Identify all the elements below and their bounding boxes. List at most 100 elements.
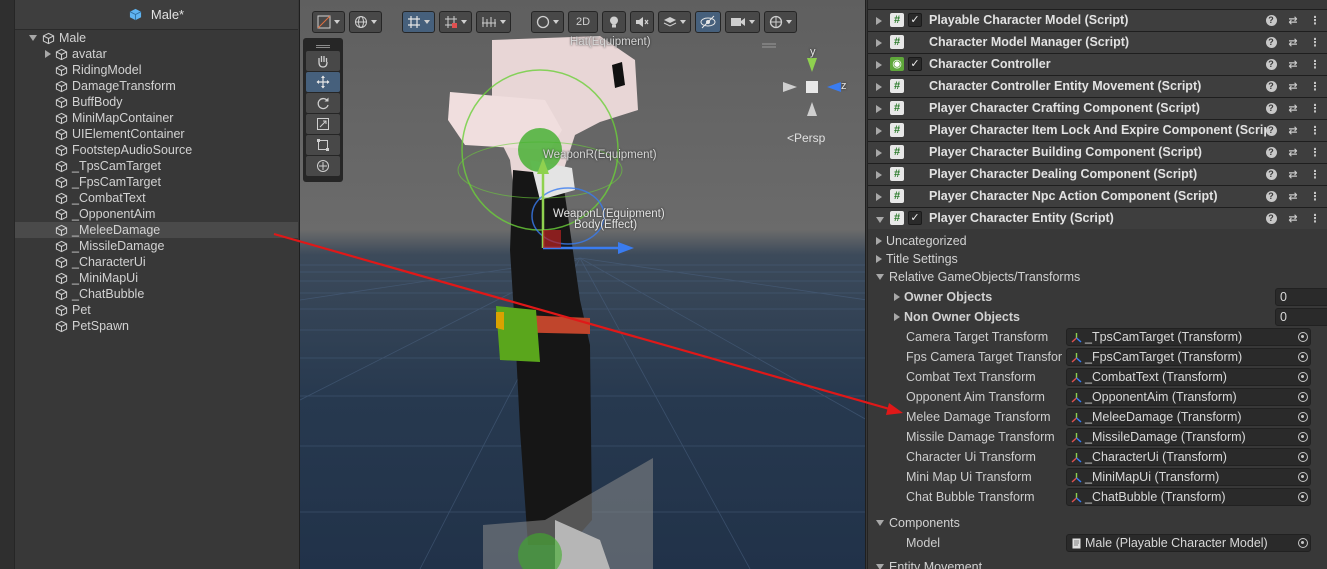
- transform-object-field[interactable]: _CharacterUi (Transform): [1066, 448, 1311, 466]
- component-header[interactable]: ◉ ✓ Character Controller? ⇄ ⋮: [868, 53, 1327, 75]
- component-header[interactable]: # Player Character Crafting Component (Sc…: [868, 97, 1327, 119]
- component-header[interactable]: # ✓ Playable Character Model (Script)? ⇄ ⋮: [868, 9, 1327, 31]
- transform-object-field[interactable]: _FpsCamTarget (Transform): [1066, 348, 1311, 366]
- transform-object-field[interactable]: _CombatText (Transform): [1066, 368, 1311, 386]
- kebab-menu-icon[interactable]: ⋮: [1308, 101, 1322, 115]
- mode-2d-button[interactable]: 2D: [568, 11, 598, 33]
- foldout-arrow-icon[interactable]: [876, 82, 882, 91]
- gizmos-button[interactable]: [764, 11, 797, 33]
- foldout-owner-objects[interactable]: Owner Objects: [894, 288, 992, 306]
- transform-object-field[interactable]: _MiniMapUi (Transform): [1066, 468, 1311, 486]
- component-header[interactable]: # Player Character Item Lock And Expire C…: [868, 119, 1327, 141]
- object-picker-icon[interactable]: [1294, 429, 1312, 445]
- kebab-menu-icon[interactable]: ⋮: [1308, 145, 1322, 159]
- hierarchy-item-row[interactable]: DamageTransform: [45, 78, 176, 94]
- object-picker-icon[interactable]: [1294, 535, 1312, 551]
- foldout-entity-movement[interactable]: Entity Movement: [876, 558, 982, 569]
- presets-icon[interactable]: ⇄: [1286, 57, 1300, 71]
- component-header[interactable]: # Character Model Manager (Script)? ⇄ ⋮: [868, 31, 1327, 53]
- increment-snap-button[interactable]: [476, 11, 511, 33]
- component-header[interactable]: # ✓ Player Character Entity (Script)? ⇄ ⋮: [868, 207, 1327, 229]
- hierarchy-root-row[interactable]: Male: [29, 30, 86, 46]
- help-icon[interactable]: ?: [1264, 35, 1278, 49]
- foldout-arrow-icon[interactable]: [876, 38, 882, 47]
- component-header[interactable]: # Player Character Npc Action Component (…: [868, 185, 1327, 207]
- help-icon[interactable]: ?: [1264, 189, 1278, 203]
- scale-tool-button[interactable]: [306, 114, 340, 134]
- foldout-arrow-icon[interactable]: [876, 192, 882, 201]
- audio-toggle-button[interactable]: [630, 11, 654, 33]
- presets-icon[interactable]: ⇄: [1286, 101, 1300, 115]
- presets-icon[interactable]: ⇄: [1286, 167, 1300, 181]
- scene-viewport[interactable]: [300, 0, 866, 569]
- help-icon[interactable]: ?: [1264, 211, 1278, 225]
- object-picker-icon[interactable]: [1294, 489, 1312, 505]
- scene-view[interactable]: y z <Persp Hat(Equipment) WeaponR(Equipm…: [299, 0, 866, 569]
- help-icon[interactable]: ?: [1264, 79, 1278, 93]
- projection-toggle[interactable]: <Persp: [787, 131, 825, 145]
- hierarchy-item-row[interactable]: _ChatBubble: [45, 286, 144, 302]
- hierarchy-item-row[interactable]: FootstepAudioSource: [45, 142, 192, 158]
- foldout-arrow-icon[interactable]: [876, 104, 882, 113]
- foldout-arrow-icon[interactable]: [876, 60, 882, 69]
- hierarchy-item-row[interactable]: _OpponentAim: [45, 206, 155, 222]
- hierarchy-item-row[interactable]: BuffBody: [45, 94, 123, 110]
- object-picker-icon[interactable]: [1294, 389, 1312, 405]
- hierarchy-item-row[interactable]: RidingModel: [45, 62, 141, 78]
- object-picker-icon[interactable]: [1294, 469, 1312, 485]
- hierarchy-item-row[interactable]: _FpsCamTarget: [45, 174, 161, 190]
- presets-icon[interactable]: ⇄: [1286, 189, 1300, 203]
- hierarchy-item-row[interactable]: UIElementContainer: [45, 126, 185, 142]
- kebab-menu-icon[interactable]: ⋮: [1308, 13, 1322, 27]
- hierarchy-item-row[interactable]: _MeleeDamage: [15, 222, 298, 238]
- component-header[interactable]: # Player Character Dealing Component (Scr…: [868, 163, 1327, 185]
- owner-objects-size-field[interactable]: 0: [1275, 288, 1327, 306]
- hierarchy-item-row[interactable]: _MiniMapUi: [45, 270, 138, 286]
- presets-icon[interactable]: ⇄: [1286, 35, 1300, 49]
- camera-settings-button[interactable]: [725, 11, 760, 33]
- kebab-menu-icon[interactable]: ⋮: [1308, 57, 1322, 71]
- object-picker-icon[interactable]: [1294, 369, 1312, 385]
- kebab-menu-icon[interactable]: ⋮: [1308, 189, 1322, 203]
- component-header[interactable]: # Character Controller Entity Movement (S…: [868, 75, 1327, 97]
- hierarchy-item-row[interactable]: _TpsCamTarget: [45, 158, 161, 174]
- move-tool-button[interactable]: [306, 72, 340, 92]
- kebab-menu-icon[interactable]: ⋮: [1308, 79, 1322, 93]
- help-icon[interactable]: ?: [1264, 167, 1278, 181]
- foldout-non-owner-objects[interactable]: Non Owner Objects: [894, 308, 1020, 326]
- component-enabled-checkbox[interactable]: ✓: [908, 57, 922, 71]
- foldout-arrow-icon[interactable]: [876, 16, 882, 25]
- transform-tool-button[interactable]: [306, 156, 340, 176]
- kebab-menu-icon[interactable]: ⋮: [1308, 123, 1322, 137]
- shading-mode-button[interactable]: [531, 11, 564, 33]
- expand-arrow-icon[interactable]: [29, 35, 37, 41]
- presets-icon[interactable]: ⇄: [1286, 13, 1300, 27]
- help-icon[interactable]: ?: [1264, 13, 1278, 27]
- expand-arrow-icon[interactable]: [45, 50, 51, 58]
- object-picker-icon[interactable]: [1294, 329, 1312, 345]
- object-picker-icon[interactable]: [1294, 409, 1312, 425]
- object-picker-icon[interactable]: [1294, 349, 1312, 365]
- hierarchy-item-row[interactable]: _MissileDamage: [45, 238, 164, 254]
- lighting-toggle-button[interactable]: [602, 11, 626, 33]
- component-enabled-checkbox[interactable]: ✓: [908, 13, 922, 27]
- effects-button[interactable]: [658, 11, 691, 33]
- presets-icon[interactable]: ⇄: [1286, 79, 1300, 93]
- hierarchy-item-row[interactable]: _CharacterUi: [45, 254, 146, 270]
- kebab-menu-icon[interactable]: ⋮: [1308, 211, 1322, 225]
- rect-tool-button[interactable]: [306, 135, 340, 155]
- kebab-menu-icon[interactable]: ⋮: [1308, 35, 1322, 49]
- help-icon[interactable]: ?: [1264, 145, 1278, 159]
- grid-snap-button[interactable]: [402, 11, 435, 33]
- rotate-tool-button[interactable]: [306, 93, 340, 113]
- transform-object-field[interactable]: _MeleeDamage (Transform): [1066, 408, 1311, 426]
- model-object-field[interactable]: Male (Playable Character Model): [1066, 534, 1311, 552]
- tools-drag-handle[interactable]: [306, 42, 340, 50]
- foldout-arrow-icon[interactable]: [876, 126, 882, 135]
- foldout-arrow-icon[interactable]: [876, 216, 884, 223]
- foldout-arrow-icon[interactable]: [876, 170, 882, 179]
- transform-object-field[interactable]: _ChatBubble (Transform): [1066, 488, 1311, 506]
- global-local-button[interactable]: [349, 11, 382, 33]
- draw-mode-button[interactable]: [312, 11, 345, 33]
- object-picker-icon[interactable]: [1294, 449, 1312, 465]
